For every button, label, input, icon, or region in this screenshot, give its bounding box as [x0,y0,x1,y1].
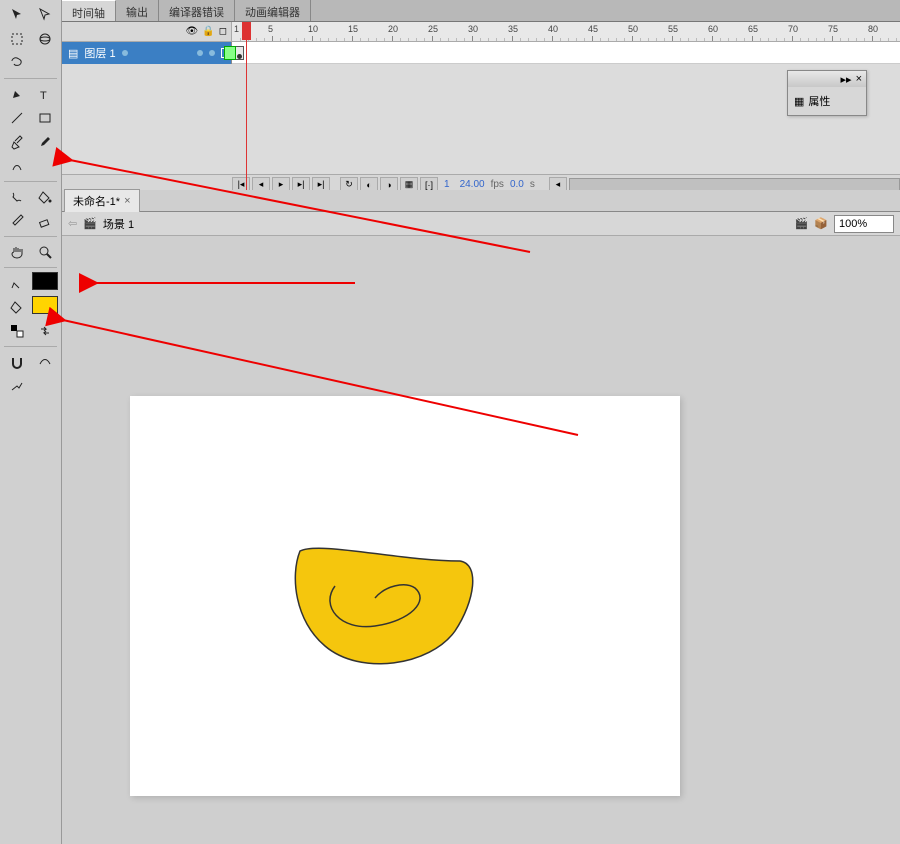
properties-icon: ▦ [794,95,804,108]
svg-text:T: T [40,90,47,102]
swap-colors-button[interactable] [32,320,58,342]
scene-name: 场景 1 [103,216,134,232]
close-icon[interactable]: × [856,73,862,85]
default-colors-button[interactable] [4,320,30,342]
playhead[interactable] [242,22,251,40]
document-tabs: 未命名-1* × [62,190,900,212]
edit-scene-icon[interactable]: 🎬 [795,217,809,230]
frame-ruler[interactable]: 15101520253035404550556065707580 [232,22,900,41]
layer-name: 图层 1 [84,45,115,61]
close-tab-icon[interactable]: × [124,195,130,207]
paint-bucket-tool[interactable] [32,186,58,208]
properties-title: 属性 [808,93,830,109]
layer-type-icon: ▤ [68,47,78,60]
outline-icon[interactable]: ◻ [219,26,227,37]
pencil-tool[interactable] [4,131,30,153]
back-icon[interactable]: ⇦ [68,217,77,230]
tab-compiler-errors[interactable]: 编译器错误 [159,0,235,21]
fps-value: 24.00 [456,179,489,190]
timeline-panel: 👁 🔒 ◻ 15101520253035404550556065707580 ▤… [62,22,900,190]
stage-area[interactable] [62,236,900,844]
collapse-icon[interactable]: ▸▸ [841,73,852,86]
tab-anim-editor[interactable]: 动画编辑器 [235,0,311,21]
toolbox-panel: T [0,0,62,844]
pen-tool[interactable] [4,83,30,105]
eraser-tool[interactable] [32,210,58,232]
brush-tool[interactable] [32,131,58,153]
scene-icon: 🎬 [83,217,97,230]
straighten-option[interactable] [4,375,30,397]
layer-frames-track[interactable] [232,42,900,64]
tab-output[interactable]: 输出 [116,0,159,21]
smooth-option[interactable] [32,351,58,373]
fill-color-swatch[interactable] [32,296,58,314]
free-transform-tool[interactable] [4,28,30,50]
rectangle-tool[interactable] [32,107,58,129]
scene-bar: ⇦ 🎬 场景 1 🎬 📦 [62,212,900,236]
layer-row-selected[interactable]: ▤ 图层 1 [62,42,232,64]
properties-panel[interactable]: ▸▸ × ▦ 属性 [787,70,867,116]
layer-vis-dot[interactable] [197,50,203,56]
lock-icon[interactable]: 🔒 [202,26,214,37]
stage-canvas[interactable] [130,396,680,796]
edit-symbols-icon[interactable]: 📦 [814,217,828,230]
stroke-color-picker[interactable] [4,272,30,294]
hand-tool[interactable] [4,241,30,263]
lasso-tool[interactable] [4,52,30,74]
visibility-icon[interactable]: 👁 [186,26,199,37]
document-tab[interactable]: 未命名-1* × [64,189,140,213]
line-tool[interactable] [4,107,30,129]
fill-color-picker[interactable] [4,296,30,318]
tab-timeline[interactable]: 时间轴 [62,0,116,21]
layer-lock-dot[interactable] [209,50,215,56]
stroke-color-swatch[interactable] [32,272,58,290]
bone-tool[interactable] [4,186,30,208]
time-value: 0.0 [506,179,528,190]
fps-unit: fps [491,179,504,190]
current-frame-value: 1 [440,179,454,190]
zoom-tool[interactable] [32,241,58,263]
text-tool[interactable]: T [32,83,58,105]
time-unit: s [530,179,535,190]
selection-tool[interactable] [4,4,30,26]
eyedropper-tool[interactable] [4,210,30,232]
zoom-input[interactable] [834,215,894,233]
document-name: 未命名-1* [73,193,120,209]
deco-tool[interactable] [4,155,30,177]
layer-pencil-icon [122,50,128,56]
layer-column-header: 👁 🔒 ◻ [62,22,232,41]
panel-header[interactable]: ▸▸ × [788,71,866,87]
snap-option[interactable] [4,351,30,373]
timeline-empty-area [62,64,900,174]
frame-selection-rect [224,46,236,60]
subselection-tool[interactable] [32,4,58,26]
3d-rotation-tool[interactable] [32,28,58,50]
drawn-shape[interactable] [280,526,500,686]
timeline-tabs: 时间轴 输出 编译器错误 动画编辑器 [62,0,900,22]
